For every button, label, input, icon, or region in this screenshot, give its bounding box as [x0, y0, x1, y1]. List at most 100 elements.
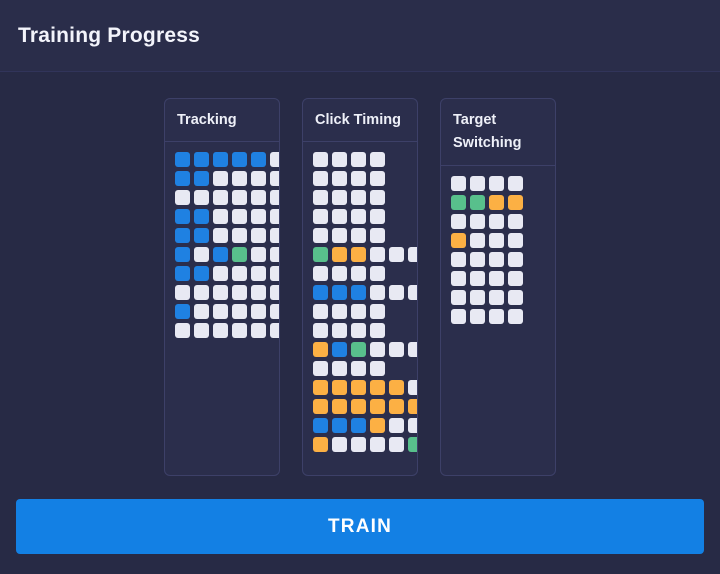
grid-cell-empty	[470, 251, 485, 267]
grid-row	[313, 190, 417, 206]
grid-cell-empty	[232, 323, 247, 339]
grid-cell-empty	[213, 304, 228, 320]
grid-row	[175, 266, 279, 282]
grid-cell-green	[232, 247, 247, 263]
grid-cell-empty	[389, 418, 404, 434]
grid-cell-empty	[232, 266, 247, 282]
grid-cell-blue	[351, 285, 366, 301]
grid-row	[175, 228, 279, 244]
grid-cell-empty	[270, 209, 279, 225]
grid-cell-orange	[351, 247, 366, 263]
grid-cell-empty	[370, 152, 385, 168]
grid-row	[175, 323, 279, 339]
grid-cell-empty	[270, 304, 279, 320]
grid-cell-empty	[389, 342, 404, 358]
grid-row	[313, 323, 417, 339]
grid-cell-orange	[408, 399, 417, 415]
grid-row	[451, 175, 555, 191]
grid-cell-empty	[194, 285, 209, 301]
main-content: Tracking Click Timing Target Switching TRA…	[0, 72, 720, 574]
grid-cell-empty	[351, 323, 366, 339]
grid-cell-blue	[194, 152, 209, 168]
grid-cell-blue	[175, 228, 190, 244]
grid-cell-orange	[313, 399, 328, 415]
panel-header: Click Timing	[303, 99, 417, 143]
grid-cell-empty	[489, 213, 504, 229]
grid-cell-green	[351, 342, 366, 358]
grid-row	[451, 270, 555, 286]
grid-row	[451, 213, 555, 229]
grid-cell-orange	[351, 380, 366, 396]
grid-cell-empty	[351, 171, 366, 187]
progress-panel: Target Switching	[440, 98, 556, 476]
grid-cell-empty	[270, 323, 279, 339]
page-title: Training Progress	[18, 23, 200, 47]
grid-cell-empty	[175, 323, 190, 339]
grid-cell-empty	[508, 213, 523, 229]
grid-cell-empty	[470, 213, 485, 229]
grid-cell-blue	[194, 171, 209, 187]
grid-row	[313, 380, 417, 396]
grid-cell-blue	[175, 304, 190, 320]
grid-row	[313, 418, 417, 434]
grid-cell-empty	[489, 308, 504, 324]
panel-grid	[303, 142, 417, 475]
grid-cell-blue	[175, 266, 190, 282]
grid-cell-empty	[370, 285, 385, 301]
panel-grid	[165, 142, 279, 475]
grid-cell-empty	[251, 228, 266, 244]
grid-row	[451, 289, 555, 305]
grid-cell-empty	[470, 289, 485, 305]
panel-title: Tracking	[177, 112, 237, 128]
grid-cell-empty	[489, 289, 504, 305]
grid-cell-empty	[175, 285, 190, 301]
grid-cell-empty	[232, 228, 247, 244]
grid-cell-empty	[313, 171, 328, 187]
grid-cell-empty	[332, 152, 347, 168]
grid-row	[451, 251, 555, 267]
grid-cell-orange	[332, 380, 347, 396]
grid-cell-empty	[313, 323, 328, 339]
grid-row	[175, 190, 279, 206]
grid-cell-empty	[408, 285, 417, 301]
grid-cell-blue	[332, 342, 347, 358]
grid-row	[313, 437, 417, 453]
grid-cell-blue	[313, 285, 328, 301]
grid-row	[175, 285, 279, 301]
grid-cell-orange	[389, 399, 404, 415]
grid-cell-empty	[489, 232, 504, 248]
grid-cell-empty	[313, 190, 328, 206]
grid-cell-empty	[251, 323, 266, 339]
grid-cell-empty	[313, 209, 328, 225]
grid-row	[313, 285, 417, 301]
grid-cell-empty	[270, 152, 279, 168]
train-button[interactable]: TRAIN	[16, 499, 704, 554]
grid-row	[313, 247, 417, 263]
grid-cell-empty	[332, 209, 347, 225]
grid-cell-empty	[508, 175, 523, 191]
grid-cell-empty	[251, 171, 266, 187]
grid-cell-empty	[370, 323, 385, 339]
panel-title: Target Switching	[453, 112, 522, 152]
grid-cell-empty	[408, 380, 417, 396]
grid-cell-empty	[251, 285, 266, 301]
grid-cell-empty	[351, 152, 366, 168]
grid-cell-empty	[470, 232, 485, 248]
grid-cell-empty	[370, 247, 385, 263]
grid-cell-empty	[313, 361, 328, 377]
panel-grid	[441, 166, 555, 475]
grid-row	[175, 171, 279, 187]
grid-cell-empty	[251, 190, 266, 206]
grid-cell-empty	[508, 308, 523, 324]
grid-cell-empty	[213, 323, 228, 339]
grid-cell-empty	[251, 266, 266, 282]
grid-cell-blue	[332, 418, 347, 434]
grid-cell-empty	[508, 289, 523, 305]
grid-cell-empty	[232, 285, 247, 301]
grid-row	[313, 304, 417, 320]
grid-cell-orange	[370, 418, 385, 434]
grid-cell-empty	[408, 342, 417, 358]
grid-cell-green	[313, 247, 328, 263]
grid-cell-empty	[408, 247, 417, 263]
grid-row	[313, 399, 417, 415]
